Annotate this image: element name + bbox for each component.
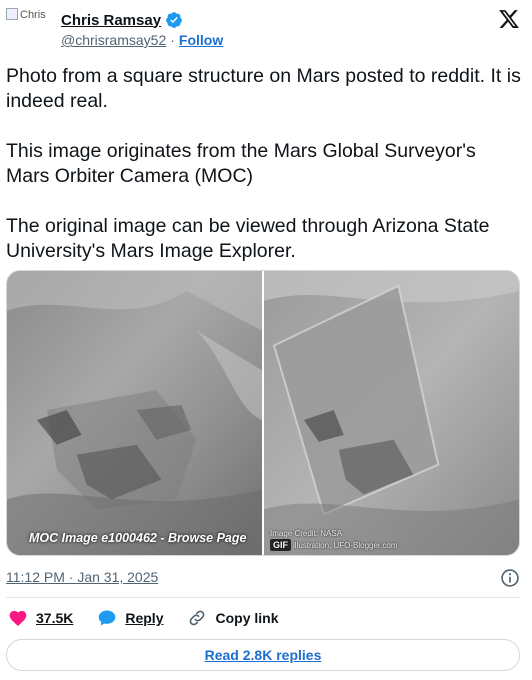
- info-icon[interactable]: [500, 568, 520, 588]
- tweet-paragraph: Photo from a square structure on Mars po…: [6, 65, 521, 112]
- avatar-alt-text: Chris: [20, 9, 46, 21]
- mars-surface-illustration: [264, 271, 519, 555]
- heart-icon: [9, 610, 27, 626]
- avatar[interactable]: Chris: [6, 8, 54, 56]
- tweet-paragraph: The original image can be viewed through…: [6, 215, 490, 262]
- tweet-header: Chris Chris Ramsay @chrisramsay52 · Foll…: [6, 6, 526, 54]
- author-name[interactable]: Chris Ramsay: [61, 12, 161, 29]
- copy-link-label: Copy link: [215, 610, 279, 626]
- credit-line: Image Credit: NASA: [270, 529, 343, 538]
- tweet-paragraph: This image originates from the Mars Glob…: [6, 140, 476, 187]
- link-icon: [190, 610, 205, 626]
- reply-bubble-icon: [99, 610, 116, 626]
- divider: [6, 597, 520, 598]
- author-handle[interactable]: @chrisramsay52: [61, 32, 166, 48]
- copy-link-button[interactable]: Copy link: [187, 608, 279, 628]
- tweet-timestamp[interactable]: 11:12 PM · Jan 31, 2025: [6, 569, 158, 585]
- reply-button[interactable]: Reply: [97, 608, 163, 628]
- x-logo-icon[interactable]: [498, 8, 520, 30]
- media-caption: MOC Image e1000462 - Browse Page: [29, 531, 247, 545]
- gif-badge[interactable]: GIF: [270, 539, 291, 551]
- credit-line: illustration: UFO-Blogger.com: [293, 541, 398, 550]
- separator-dot: ·: [170, 32, 175, 48]
- broken-image-icon: [6, 8, 18, 20]
- media-image-left[interactable]: MOC Image e1000462 - Browse Page: [7, 271, 262, 555]
- reply-label: Reply: [125, 610, 164, 626]
- media-image-right[interactable]: Image Credit: NASA GIF illustration: UFO-…: [264, 271, 519, 555]
- follow-button[interactable]: Follow: [179, 32, 223, 48]
- read-replies-button[interactable]: Read 2.8K replies: [6, 639, 520, 671]
- verified-badge-icon: [166, 12, 182, 28]
- tweet-text: Photo from a square structure on Mars po…: [6, 64, 522, 289]
- like-button[interactable]: 37.5K: [8, 608, 73, 628]
- like-count: 37.5K: [36, 610, 74, 626]
- action-bar: 37.5K Reply Copy link: [8, 608, 303, 628]
- media-credit: Image Credit: NASA GIF illustration: UFO-…: [270, 529, 397, 551]
- tweet-media[interactable]: MOC Image e1000462 - Browse Page Image C…: [6, 270, 520, 556]
- author-block: Chris Ramsay @chrisramsay52 · Follow: [61, 11, 223, 49]
- mars-surface-image: [7, 271, 262, 555]
